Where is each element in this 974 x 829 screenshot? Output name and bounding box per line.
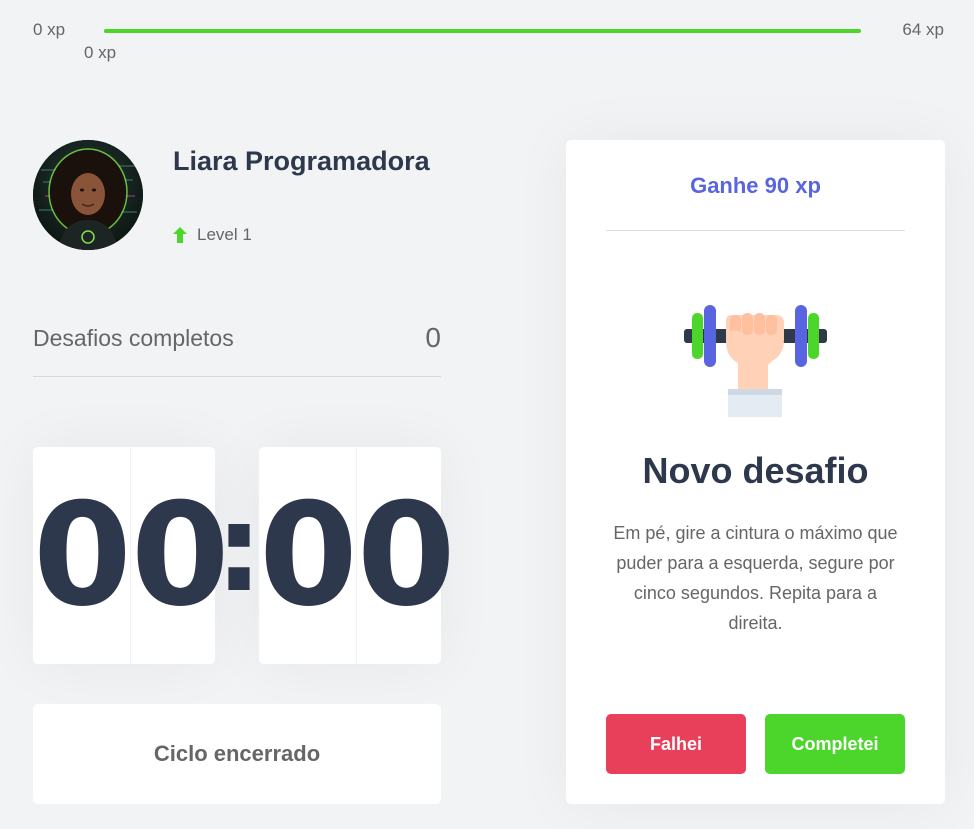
minutes-display: 0 0: [33, 447, 230, 664]
cycle-ended-button[interactable]: Ciclo encerrado: [33, 704, 441, 804]
challenge-title: Novo desafio: [642, 450, 869, 491]
second-digit-right: 0: [356, 473, 456, 638]
challenge-description: Em pé, gire a cintura o máximo que puder…: [613, 523, 898, 633]
avatar: [33, 140, 143, 250]
level-label: Level 1: [197, 225, 252, 244]
failed-button[interactable]: Falhei: [606, 714, 746, 774]
countdown-timer: 0 0 : 0 0: [33, 447, 456, 664]
xp-current-label: 0 xp: [84, 43, 117, 62]
completed-button[interactable]: Completei: [765, 714, 905, 774]
xp-bar: 0 xp 0 xp 64 xp: [0, 0, 974, 70]
time-separator: :: [215, 480, 263, 619]
xp-progress-fill: [104, 29, 861, 33]
minute-digit-right: 0: [130, 473, 230, 638]
minute-digit-left: 0: [33, 447, 132, 664]
level-up-arrow-icon: [173, 227, 187, 243]
completed-challenges: Desafios completos 0: [33, 318, 441, 377]
xp-track: [104, 29, 861, 33]
seconds-display: 0 0: [259, 447, 456, 664]
challenge-card: Ganhe 90 xp Novo desafio Em pé, gire a c…: [566, 140, 945, 804]
dumbbell-icon: [684, 305, 827, 417]
level-indicator: Level 1: [173, 225, 252, 245]
challenge-reward: Ganhe 90 xp: [606, 140, 905, 231]
avatar-image: [33, 140, 143, 250]
profile-name: Liara Programadora: [173, 146, 430, 176]
completed-challenges-count: 0: [425, 322, 441, 353]
xp-min-label: 0 xp: [33, 20, 66, 39]
xp-max-label: 64 xp: [902, 20, 944, 39]
completed-challenges-label: Desafios completos: [33, 325, 234, 351]
second-digit-left: 0: [259, 447, 358, 664]
